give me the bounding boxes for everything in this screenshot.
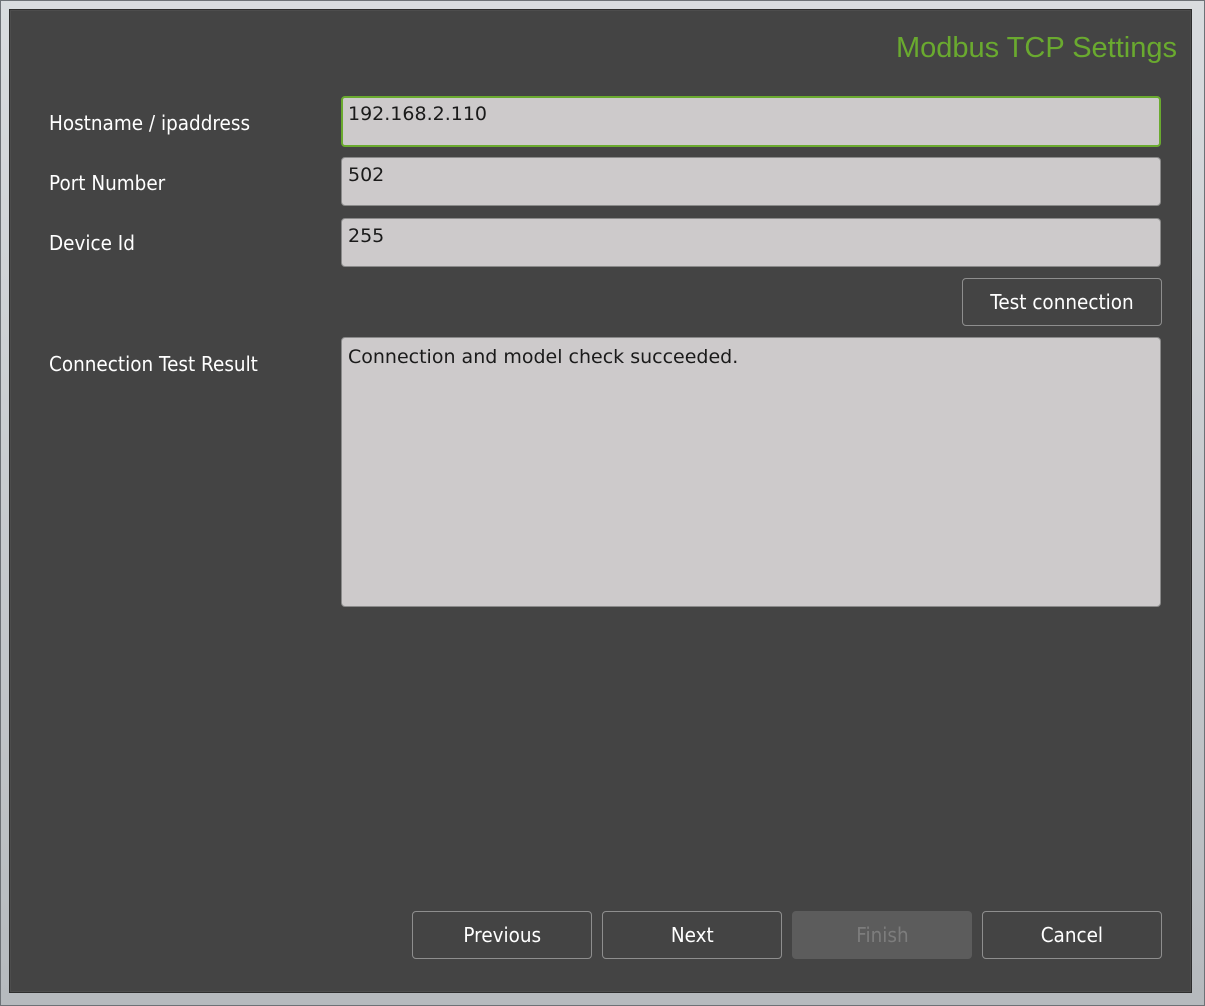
- connection-test-result-label: Connection Test Result: [49, 352, 258, 376]
- device-id-input[interactable]: 255: [341, 218, 1161, 267]
- window-frame: Modbus TCP Settings Hostname / ipaddress…: [0, 0, 1205, 1006]
- hostname-label: Hostname / ipaddress: [49, 111, 251, 135]
- modbus-settings-dialog: Modbus TCP Settings Hostname / ipaddress…: [9, 9, 1192, 993]
- finish-label: Finish: [855, 923, 909, 947]
- cancel-button[interactable]: Cancel: [982, 911, 1162, 959]
- previous-button[interactable]: Previous: [412, 911, 592, 959]
- cancel-label: Cancel: [1040, 923, 1104, 947]
- connection-test-result-box[interactable]: Connection and model check succeeded.: [341, 337, 1161, 607]
- page-title: Modbus TCP Settings: [895, 32, 1177, 64]
- test-connection-button[interactable]: Test connection: [962, 278, 1162, 326]
- device-id-label: Device Id: [49, 231, 135, 255]
- port-number-input[interactable]: 502: [341, 157, 1161, 206]
- test-connection-label: Test connection: [990, 290, 1134, 314]
- previous-label: Previous: [463, 923, 541, 947]
- port-number-label: Port Number: [49, 171, 166, 195]
- hostname-input[interactable]: 192.168.2.110: [341, 96, 1161, 147]
- finish-button: Finish: [792, 911, 972, 959]
- next-button[interactable]: Next: [602, 911, 782, 959]
- next-label: Next: [670, 923, 714, 947]
